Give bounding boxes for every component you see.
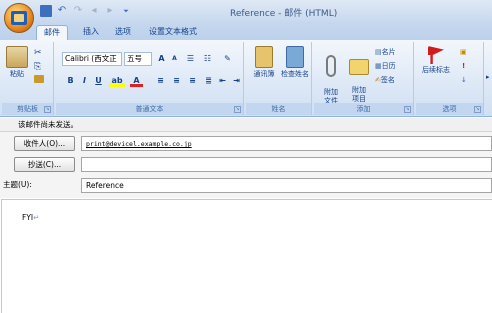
names-group-label: 姓名 xyxy=(246,103,311,115)
tab-options[interactable]: 选项 xyxy=(108,25,138,40)
window-title: Reference - 邮件 (HTML) xyxy=(230,9,338,19)
italic-button[interactable]: I xyxy=(78,74,91,87)
calendar-icon: ▦ xyxy=(375,62,382,70)
to-button[interactable]: 收件人(O)... xyxy=(14,136,75,151)
clipboard-launcher-icon[interactable]: ↘ xyxy=(44,106,51,113)
justify-icon[interactable]: ≣ xyxy=(202,74,215,87)
quick-access-toolbar: ↶ ↷ ◂ ▸ ⏷ xyxy=(40,4,132,18)
back-icon[interactable]: ◂ xyxy=(88,5,100,17)
calendar-label: 日历 xyxy=(381,62,396,70)
increase-indent-icon[interactable]: ⇥ xyxy=(230,74,243,87)
ribbon-tabs: 邮件 插入 选项 设置文本格式 xyxy=(0,24,492,40)
clipboard-icon xyxy=(6,46,28,68)
calendar-button[interactable]: ▦日历 xyxy=(375,59,396,73)
paste-button[interactable]: 粘贴 xyxy=(5,46,29,79)
subject-label: 主题(U): xyxy=(3,180,32,189)
font-name-combo[interactable]: Calibri (西文正 xyxy=(62,52,122,66)
business-card-icon: ▤ xyxy=(375,48,382,56)
not-sent-infobar: 该邮件尚未发送。 xyxy=(0,118,492,132)
signature-button[interactable]: ✍签名 xyxy=(375,73,395,87)
undo-icon[interactable]: ↶ xyxy=(56,5,68,17)
address-book-label: 通讯簿 xyxy=(253,70,275,78)
ribbon: 粘贴 ✂ ⎘ 剪贴板 ↘ Calibri (西文正 五号 A A ☰ ☷ ✎ B… xyxy=(0,40,492,117)
shrink-font-button[interactable]: A xyxy=(168,52,181,65)
format-painter-icon[interactable] xyxy=(34,74,46,88)
categorize-icon[interactable]: ▣ xyxy=(460,45,467,59)
office-logo-icon xyxy=(11,11,27,25)
basic-text-launcher-icon[interactable]: ↘ xyxy=(234,106,241,113)
title-bar: ↶ ↷ ◂ ▸ ⏷ Reference - 邮件 (HTML) xyxy=(0,0,492,33)
office-button[interactable] xyxy=(4,3,34,33)
options-launcher-icon[interactable]: ↘ xyxy=(474,106,481,113)
redo-icon[interactable]: ↷ xyxy=(72,5,84,17)
proofing-overflow-icon[interactable]: ▸ xyxy=(486,70,490,84)
grow-font-button[interactable]: A xyxy=(155,52,168,65)
message-body-text[interactable]: FYI↵ xyxy=(22,213,39,222)
options-group-label: 选项 xyxy=(416,103,483,115)
align-left-icon[interactable]: ≡ xyxy=(154,74,167,87)
font-size-combo[interactable]: 五号 xyxy=(124,52,152,66)
customize-qat-icon[interactable]: ⏷ xyxy=(120,5,132,17)
save-icon[interactable] xyxy=(40,5,52,17)
clipboard-group: 粘贴 ✂ ⎘ 剪贴板 ↘ xyxy=(2,42,54,115)
envelope-icon xyxy=(349,59,369,75)
attach-file-button[interactable]: 附加 文件 xyxy=(317,46,345,106)
names-group: 通讯簿 检查姓名 姓名 xyxy=(246,42,312,115)
business-card-label: 名片 xyxy=(381,48,396,56)
highlight-button[interactable]: ab xyxy=(109,74,125,87)
to-recipient[interactable]: print@devicel.example.co.jp xyxy=(86,140,192,148)
numbering-icon[interactable]: ☷ xyxy=(201,52,214,65)
font-color-button[interactable]: A xyxy=(130,74,143,87)
clear-format-icon[interactable]: ✎ xyxy=(221,52,234,65)
include-group-label: 添加 xyxy=(314,103,413,115)
cc-field[interactable] xyxy=(81,157,492,172)
attach-item-button[interactable]: 附加 项目 xyxy=(345,46,373,104)
to-field[interactable]: print@devicel.example.co.jp xyxy=(81,136,492,151)
copy-icon[interactable]: ⎘ xyxy=(34,60,41,74)
follow-up-button[interactable]: 后续标志 xyxy=(419,46,453,75)
include-group: 附加 文件 附加 项目 ▤名片 ▦日历 ✍签名 添加 ↘ xyxy=(314,42,414,115)
tab-insert[interactable]: 插入 xyxy=(76,25,106,40)
paperclip-icon xyxy=(326,55,336,77)
tab-message[interactable]: 邮件 xyxy=(36,25,68,40)
subject-field[interactable]: Reference xyxy=(81,178,492,193)
check-names-label: 检查姓名 xyxy=(281,70,309,78)
align-right-icon[interactable]: ≡ xyxy=(186,74,199,87)
message-header: 收件人(O)... print@devicel.example.co.jp 抄送… xyxy=(0,132,492,198)
paste-label: 粘贴 xyxy=(10,70,24,78)
forward-icon[interactable]: ▸ xyxy=(104,5,116,17)
attach-item-label: 附加 项目 xyxy=(352,86,366,103)
signature-label: 签名 xyxy=(380,76,395,84)
bullets-icon[interactable]: ☰ xyxy=(184,52,197,65)
flag-icon xyxy=(428,46,444,64)
cc-button[interactable]: 抄送(C)... xyxy=(14,157,75,172)
follow-up-label: 后续标志 xyxy=(422,66,450,74)
align-center-icon[interactable]: ≡ xyxy=(170,74,183,87)
address-book-icon xyxy=(255,46,273,68)
check-names-button[interactable]: 检查姓名 xyxy=(279,46,311,79)
decrease-indent-icon[interactable]: ⇤ xyxy=(216,74,229,87)
business-card-button[interactable]: ▤名片 xyxy=(375,45,396,59)
underline-button[interactable]: U xyxy=(92,74,105,87)
tab-format-text[interactable]: 设置文本格式 xyxy=(142,25,204,40)
include-launcher-icon[interactable]: ↘ xyxy=(404,106,411,113)
address-book-button[interactable]: 通讯簿 xyxy=(249,46,279,79)
body-text: FYI xyxy=(22,213,34,222)
message-body[interactable] xyxy=(1,199,492,313)
importance-low-icon[interactable]: ↓ xyxy=(461,73,467,87)
importance-high-icon[interactable]: ! xyxy=(462,59,465,73)
paragraph-mark-icon: ↵ xyxy=(33,213,40,222)
check-names-icon xyxy=(286,46,304,68)
bold-button[interactable]: B xyxy=(64,74,77,87)
cut-icon[interactable]: ✂ xyxy=(34,46,42,60)
basic-text-group: Calibri (西文正 五号 A A ☰ ☷ ✎ B I U ab A ≡ ≡… xyxy=(56,42,244,115)
options-group: 后续标志 ▣ ! ↓ 选项 ↘ xyxy=(416,42,484,115)
basic-text-group-label: 普通文本 xyxy=(56,103,243,115)
